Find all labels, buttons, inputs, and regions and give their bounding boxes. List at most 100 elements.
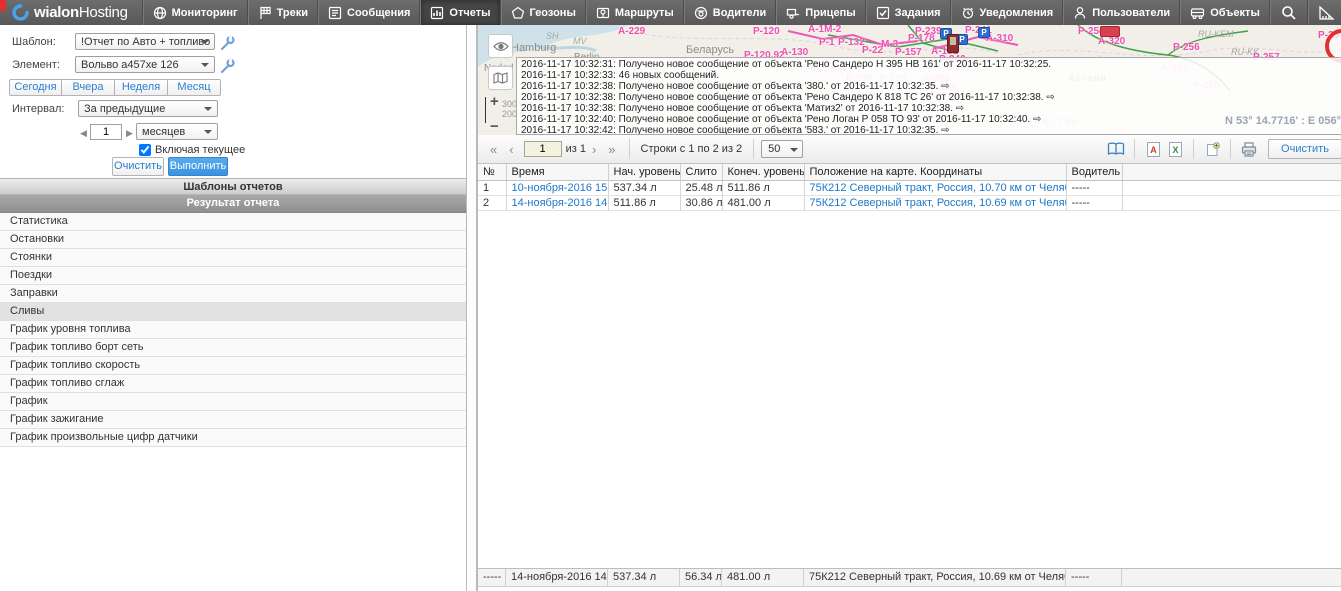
nav-item-label: Маршруты bbox=[615, 7, 674, 19]
cell-filler bbox=[1122, 195, 1341, 210]
nav-item-reports[interactable]: Отчеты bbox=[420, 0, 500, 25]
section-item[interactable]: Заправки bbox=[0, 285, 466, 303]
page-prev-button[interactable]: ‹ bbox=[503, 142, 519, 157]
section-item[interactable]: График произвольные цифр датчики bbox=[0, 429, 466, 447]
road-label: P-256 bbox=[1173, 42, 1200, 53]
zoom-in-button[interactable]: + bbox=[490, 93, 499, 110]
user-icon bbox=[1073, 6, 1087, 20]
nav-item-routes[interactable]: Маршруты bbox=[586, 0, 684, 25]
range-month-button[interactable]: Месяц bbox=[168, 79, 221, 96]
nav-item-tracks[interactable]: Треки bbox=[248, 0, 318, 25]
result-section-header[interactable]: Результат отчета bbox=[0, 195, 466, 213]
col-header-location[interactable]: Положение на карте. Координаты bbox=[804, 164, 1066, 180]
col-header-driver[interactable]: Водитель bbox=[1066, 164, 1122, 180]
record-indicator bbox=[0, 0, 6, 11]
interval-unit-select[interactable]: месяцев bbox=[136, 123, 218, 140]
route-pin-icon bbox=[596, 6, 610, 20]
toolbar-separator bbox=[753, 139, 754, 159]
col-header-start-level[interactable]: Нач. уровень bbox=[608, 164, 680, 180]
report-template-button[interactable] bbox=[1105, 142, 1127, 156]
page-number-input[interactable] bbox=[524, 141, 562, 157]
report-form: Шаблон: !Отчет по Авто + топливо ... Эле… bbox=[0, 25, 466, 178]
template-settings-wrench-icon[interactable] bbox=[219, 35, 235, 51]
cell-location-link[interactable]: 75К212 Северный тракт, Россия, 10.70 км … bbox=[804, 180, 1066, 195]
nav-item-geofences[interactable]: Геозоны bbox=[501, 0, 586, 25]
road-label: A-310 bbox=[986, 33, 1013, 44]
device-phone-icon[interactable] bbox=[947, 34, 959, 53]
interval-decrement-arrow[interactable]: ◀ bbox=[80, 125, 87, 141]
interval-label: Интервал: bbox=[12, 103, 64, 115]
tools-button[interactable] bbox=[1308, 0, 1341, 25]
map-view[interactable]: SH MV Hamburg Berlin Nederl Беларусь Аст… bbox=[478, 25, 1341, 135]
section-item[interactable]: График bbox=[0, 393, 466, 411]
clear-result-button[interactable]: Очистить bbox=[1268, 139, 1341, 159]
element-select[interactable]: Вольво а457хе 126 bbox=[75, 56, 215, 73]
cell-time-link[interactable]: 10-ноября-2016 15:25 bbox=[506, 180, 608, 195]
total-end-level: 481.00 л bbox=[722, 569, 804, 586]
cell-time-link[interactable]: 14-ноября-2016 14:02 bbox=[506, 195, 608, 210]
section-item[interactable]: График топливо сглаж bbox=[0, 375, 466, 393]
col-header-num[interactable]: № bbox=[478, 164, 506, 180]
page-next-button[interactable]: › bbox=[586, 142, 602, 157]
map-coordinates: N 53° 14.7716' : E 056° 44.5 bbox=[1225, 115, 1341, 127]
zoom-out-button[interactable]: − bbox=[490, 118, 499, 135]
wialon-logo[interactable]: wialonHosting bbox=[0, 0, 143, 25]
cell-start-level: 511.86 л bbox=[608, 195, 680, 210]
section-item[interactable]: Стоянки bbox=[0, 249, 466, 267]
section-item[interactable]: Статистика bbox=[0, 213, 466, 231]
nav-item-units[interactable]: Объекты bbox=[1180, 0, 1270, 25]
nav-item-messages[interactable]: Сообщения bbox=[318, 0, 420, 25]
new-report-button[interactable] bbox=[1201, 142, 1223, 157]
svg-text:A: A bbox=[1150, 145, 1157, 155]
export-pdf-button[interactable]: A bbox=[1142, 142, 1164, 157]
range-yesterday-button[interactable]: Вчера bbox=[62, 79, 115, 96]
section-item[interactable]: График зажигание bbox=[0, 411, 466, 429]
col-header-time[interactable]: Время bbox=[506, 164, 608, 180]
include-current-checkbox[interactable] bbox=[139, 144, 151, 156]
range-week-button[interactable]: Неделя bbox=[115, 79, 168, 96]
search-button[interactable] bbox=[1270, 0, 1308, 25]
nav-item-users[interactable]: Пользователи bbox=[1063, 0, 1180, 25]
unit-marker[interactable]: P bbox=[978, 27, 990, 38]
interval-count-input[interactable] bbox=[90, 124, 122, 140]
element-settings-wrench-icon[interactable] bbox=[219, 58, 235, 74]
col-header-drained[interactable]: Слито bbox=[680, 164, 722, 180]
template-select[interactable]: !Отчет по Авто + топливо ... bbox=[75, 33, 215, 50]
section-item[interactable]: График топливо борт сеть bbox=[0, 339, 466, 357]
col-header-end-level[interactable]: Конеч. уровень bbox=[722, 164, 804, 180]
nav-item-label: Уведомления bbox=[980, 7, 1054, 19]
execute-report-button[interactable]: Выполнить bbox=[168, 157, 228, 176]
section-item[interactable]: Остановки bbox=[0, 231, 466, 249]
clear-report-button[interactable]: Очистить bbox=[112, 157, 164, 176]
event-log-panel: 2016-11-17 10:32:31: Получено новое сооб… bbox=[516, 57, 1341, 135]
section-item[interactable]: Поездки bbox=[0, 267, 466, 285]
map-source-button[interactable] bbox=[488, 66, 513, 90]
page-first-button[interactable]: « bbox=[484, 142, 503, 157]
interval-increment-arrow[interactable]: ▶ bbox=[126, 125, 133, 141]
printer-icon bbox=[1241, 142, 1257, 157]
export-excel-button[interactable]: X bbox=[1164, 142, 1186, 157]
quick-range-buttons: Сегодня Вчера Неделя Месяц bbox=[9, 79, 221, 96]
visibility-eye-button[interactable] bbox=[488, 34, 513, 58]
nav-item-monitoring[interactable]: Мониторинг bbox=[143, 0, 248, 25]
alarm-clock-icon bbox=[961, 6, 975, 20]
nav-item-trailers[interactable]: Прицепы bbox=[776, 0, 865, 25]
cell-location-link[interactable]: 75К212 Северный тракт, Россия, 10.69 км … bbox=[804, 195, 1066, 210]
page-last-button[interactable]: » bbox=[602, 142, 621, 157]
nav-item-notifications[interactable]: Уведомления bbox=[951, 0, 1064, 25]
section-item-selected[interactable]: Сливы bbox=[0, 303, 466, 321]
cell-driver: ----- bbox=[1066, 180, 1122, 195]
templates-section-header[interactable]: Шаблоны отчетов bbox=[0, 178, 466, 195]
section-item[interactable]: График уровня топлива bbox=[0, 321, 466, 339]
nav-item-jobs[interactable]: Задания bbox=[866, 0, 951, 25]
range-today-button[interactable]: Сегодня bbox=[9, 79, 62, 96]
print-button[interactable] bbox=[1238, 142, 1260, 157]
interval-select[interactable]: За предыдущие bbox=[78, 100, 218, 117]
nav-item-drivers[interactable]: Водители bbox=[684, 0, 777, 25]
section-item[interactable]: График топливо скорость bbox=[0, 357, 466, 375]
alert-marker[interactable] bbox=[1100, 26, 1120, 37]
page-size-select[interactable]: 50 bbox=[761, 140, 803, 158]
unit-truck-icon bbox=[1190, 6, 1205, 20]
map-layers-icon bbox=[493, 72, 508, 84]
element-label: Элемент: bbox=[12, 59, 60, 71]
